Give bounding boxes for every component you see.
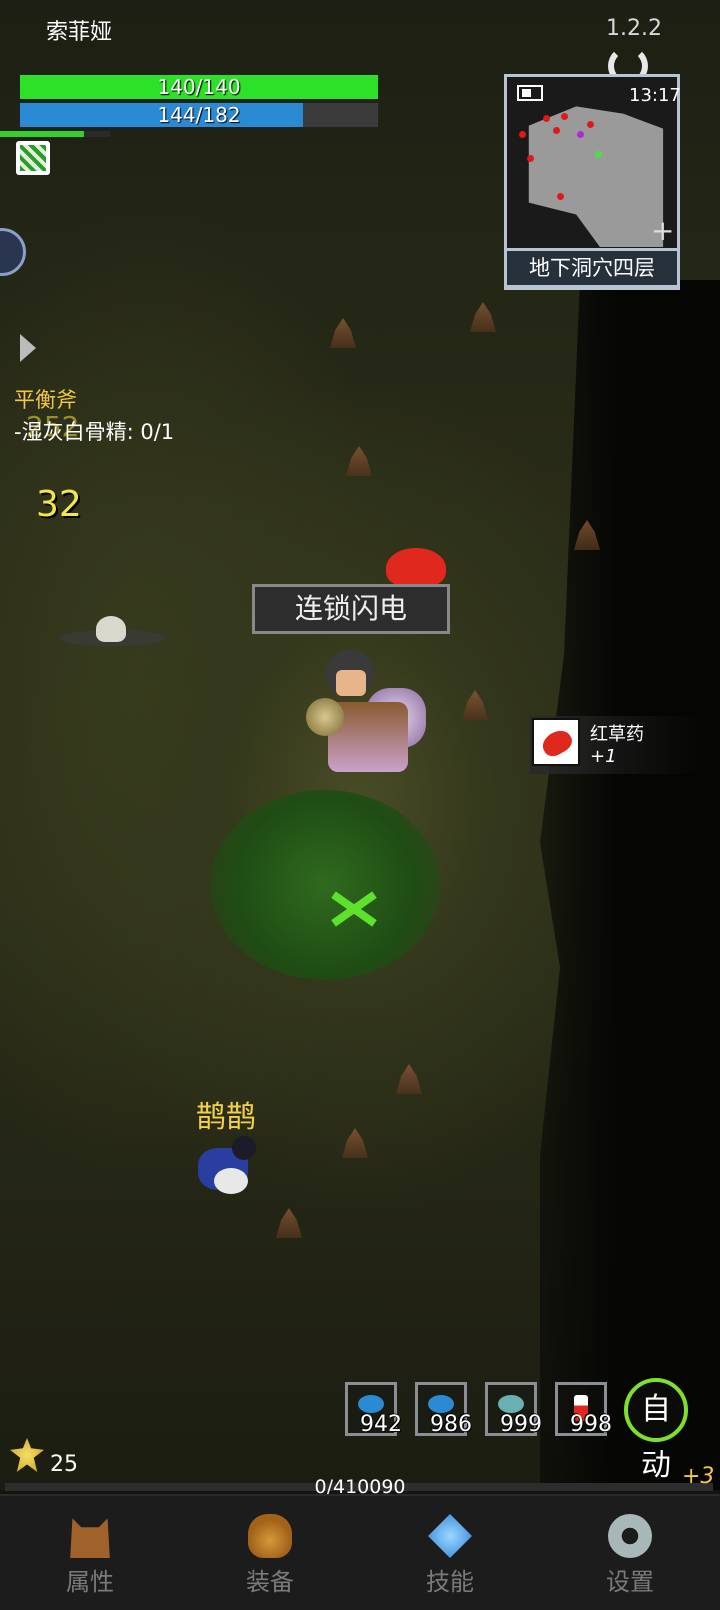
quest-objective[interactable]: -湿灰白骨精: 0/1	[14, 416, 174, 446]
battery-icon	[517, 85, 543, 101]
clock: 13:17	[629, 85, 681, 106]
floating-damage-number: 32	[36, 484, 82, 525]
enemy-marker	[553, 127, 560, 134]
plus-icon[interactable]: +	[651, 217, 674, 245]
magpie-belly	[214, 1168, 248, 1194]
nav-attributes[interactable]: 属性	[0, 1496, 180, 1610]
expand-arrow-icon[interactable]	[20, 334, 36, 362]
enemy-marker	[527, 155, 534, 162]
cave-wall	[540, 280, 720, 1490]
magpie-npc[interactable]	[192, 1132, 260, 1204]
target-marker-icon	[324, 884, 384, 934]
stalagmite	[276, 1208, 302, 1238]
player-name: 索菲娅	[46, 20, 113, 45]
loot-item-name: 红草药	[590, 724, 644, 745]
enemy-marker	[557, 193, 564, 200]
helmet-icon	[70, 1518, 110, 1558]
quick-slot-4[interactable]: 998	[555, 1382, 612, 1437]
mp-label: 144/182	[157, 103, 241, 127]
loot-item-count: +1	[590, 746, 617, 767]
gear-icon	[608, 1514, 652, 1558]
nav-settings[interactable]: 设置	[540, 1496, 720, 1610]
mini-progress-bar	[0, 131, 110, 137]
mp-bar: 144/182	[19, 102, 379, 128]
enemy-marker	[519, 131, 526, 138]
hp-label: 140/140	[157, 75, 241, 99]
red-herb-icon	[532, 718, 580, 766]
quick-slot-qty: 942	[360, 1412, 402, 1437]
quick-slot-3[interactable]: 999	[485, 1382, 542, 1437]
stalagmite	[396, 1064, 422, 1094]
quick-slot-2[interactable]: 986	[415, 1382, 472, 1437]
nav-label: 技能	[426, 1568, 474, 1596]
enemy-marker	[587, 121, 594, 128]
stalagmite	[470, 302, 496, 332]
bag-icon	[248, 1514, 292, 1558]
gem-icon	[428, 1514, 472, 1558]
gold-count: 25	[50, 1452, 78, 1477]
player-face	[336, 670, 366, 696]
nav-equipment[interactable]: 装备	[180, 1496, 360, 1610]
magpie-head	[232, 1136, 256, 1160]
quick-slot-qty: 999	[500, 1412, 542, 1437]
nav-label: 属性	[66, 1568, 114, 1596]
nav-label: 设置	[606, 1568, 654, 1596]
enemy-marker	[543, 115, 550, 122]
quick-slot-1[interactable]: 942	[345, 1382, 402, 1437]
blue-fish-icon	[428, 1395, 454, 1413]
skeleton-enemy[interactable]	[60, 614, 166, 652]
buff-status-icon[interactable]	[16, 141, 50, 175]
quick-slot-qty: 998	[570, 1412, 612, 1437]
quest-title[interactable]: 平衡斧	[14, 384, 77, 414]
experience-gain: +3	[682, 1464, 715, 1489]
skull-icon	[96, 616, 126, 642]
nav-skills[interactable]: 技能	[360, 1496, 540, 1610]
player-character[interactable]	[296, 642, 436, 792]
shield-icon	[306, 698, 344, 736]
red-herb-icon	[386, 548, 446, 588]
teal-fish-icon	[498, 1395, 524, 1413]
stalagmite	[342, 1128, 368, 1158]
enemy-marker	[561, 113, 568, 120]
npc-marker	[595, 151, 602, 158]
quick-slot-qty: 986	[430, 1412, 472, 1437]
stalagmite	[462, 690, 488, 720]
hp-bar: 140/140	[19, 74, 379, 100]
bottom-nav: 属性 装备 技能 设置	[0, 1494, 720, 1610]
blue-fish-icon	[358, 1395, 384, 1413]
mini-progress-fill	[0, 131, 84, 137]
auto-button[interactable]: 自动	[624, 1378, 688, 1483]
skill-cast-banner: 连锁闪电	[252, 584, 450, 634]
npc-name: 鹊鹊	[196, 1100, 256, 1135]
stalagmite	[346, 446, 372, 476]
player-marker	[577, 131, 584, 138]
loot-notification: 红草药 +1	[530, 716, 700, 774]
nav-label: 装备	[246, 1568, 294, 1596]
version-label: 1.2.2	[606, 16, 662, 41]
stalagmite	[330, 318, 356, 348]
floor-label: 地下洞穴四层	[504, 248, 680, 288]
